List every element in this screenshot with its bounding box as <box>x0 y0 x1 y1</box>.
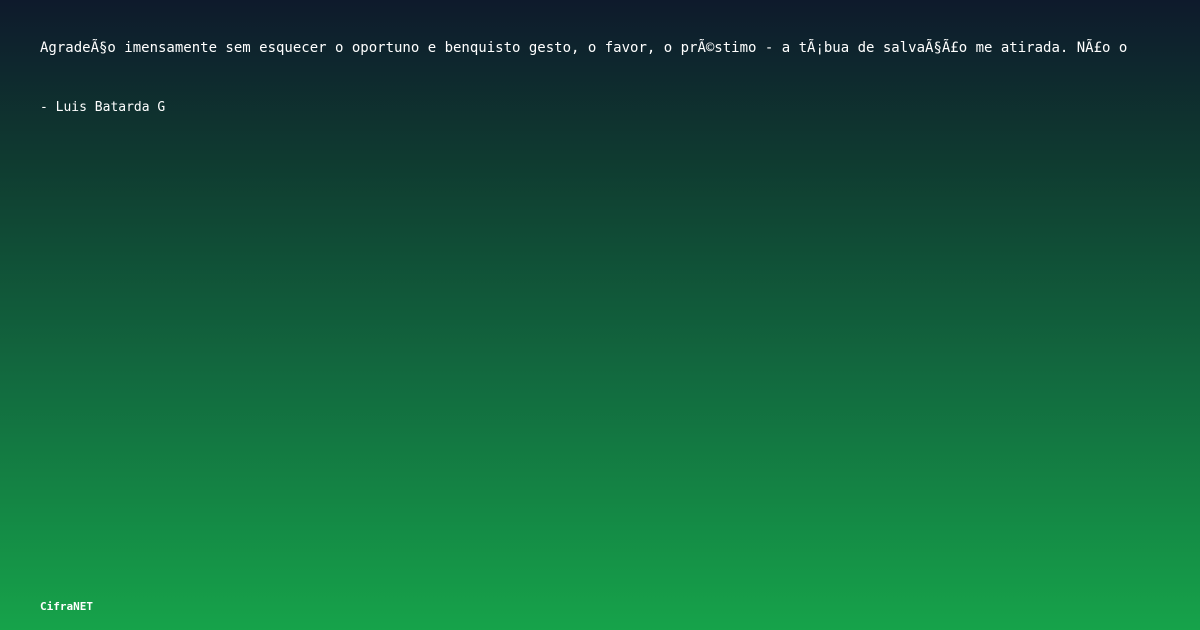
brand-label: CifraNET <box>40 600 93 613</box>
quote-text: AgradeÃ§o imensamente sem esquecer o opo… <box>40 40 1128 56</box>
quote-author: - Luis Batarda G <box>40 100 166 115</box>
